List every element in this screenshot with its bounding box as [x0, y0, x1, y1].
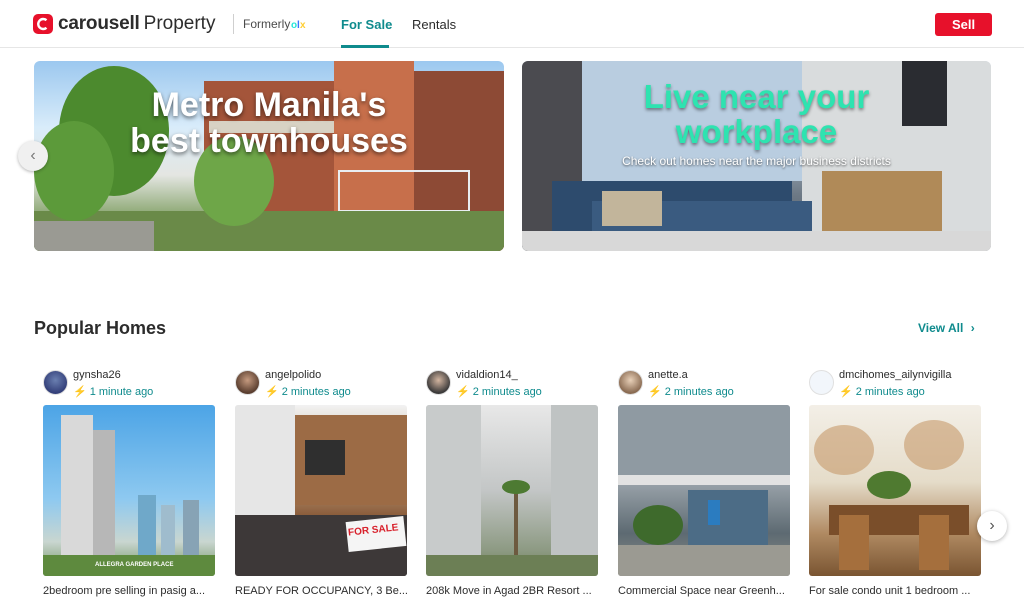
bolt-icon: ⚡ [265, 386, 279, 398]
listing-time: ⚡ 2 minutes ago [839, 385, 925, 398]
avatar[interactable] [235, 370, 260, 395]
bolt-icon: ⚡ [73, 386, 87, 398]
avatar[interactable] [809, 370, 834, 395]
carousell-logo-icon [33, 14, 53, 34]
carousel-prev-button[interactable]: ‹ [18, 141, 48, 171]
banner-workplace[interactable]: Live near your workplace Check out homes… [522, 61, 991, 251]
bolt-icon: ⚡ [456, 386, 470, 398]
banner-workplace-title: Live near your workplace [522, 78, 991, 150]
listing-card[interactable]: gynsha26 ⚡ 1 minute ago ALLEGRA GARDEN PL… [43, 369, 215, 597]
listing-card[interactable]: vidaldion14_ ⚡ 2 minutes ago 208k Move in… [426, 369, 598, 597]
listing-card[interactable]: angelpolido ⚡ 2 minutes ago FOR SALE READ… [235, 369, 407, 597]
tab-for-sale[interactable]: For Sale [341, 17, 392, 32]
chevron-left-icon: ‹ [30, 147, 36, 164]
listing-time: ⚡ 2 minutes ago [456, 385, 542, 398]
listing-time-text: 2 minutes ago [472, 386, 542, 398]
listing-time: ⚡ 2 minutes ago [648, 385, 734, 398]
banner-townhouses[interactable]: Metro Manila's best townhouses [34, 61, 504, 251]
banner-title-line: Metro Manila's [151, 86, 387, 124]
dining-room-illustration [814, 420, 969, 570]
listing-title[interactable]: READY FOR OCCUPANCY, 3 Be... [235, 585, 407, 597]
listing-title[interactable]: For sale condo unit 1 bedroom ... [809, 585, 981, 597]
listing-title[interactable]: 2bedroom pre selling in pasig a... [43, 585, 215, 597]
top-nav-bar: carousell Property Formerly o l x For Sa… [0, 0, 1024, 48]
banner-title-line: best townhouses [130, 121, 408, 160]
logo-text: carousell [58, 13, 140, 34]
tower-illustration [43, 415, 215, 576]
listing-time-text: 2 minutes ago [855, 386, 925, 398]
banner-title-line: Live near your [643, 78, 870, 115]
listing-card[interactable]: anette.a ⚡ 2 minutes ago Commercial Space… [618, 369, 790, 597]
condo-towers-illustration [426, 405, 598, 576]
listing-photo[interactable] [426, 405, 598, 576]
listing-time-text: 1 minute ago [89, 386, 154, 398]
chevron-right-icon: › [970, 321, 975, 335]
avatar[interactable] [426, 370, 451, 395]
listing-photo[interactable]: FOR SALE [235, 405, 407, 576]
listing-time-text: 2 minutes ago [664, 386, 734, 398]
avatar[interactable] [618, 370, 643, 395]
formerly-label: Formerly [243, 17, 291, 31]
svg-text:x: x [300, 20, 306, 31]
view-all-label: View All [918, 321, 964, 335]
avatar[interactable] [43, 370, 68, 395]
townhouse-illustration [235, 405, 407, 576]
logo-subtext: Property [143, 13, 216, 34]
listing-time-text: 2 minutes ago [281, 386, 351, 398]
banner-workplace-subtitle: Check out homes near the major business … [622, 154, 891, 168]
listing-title[interactable]: Commercial Space near Greenh... [618, 585, 790, 597]
sell-button[interactable]: Sell [935, 13, 992, 36]
photo-watermark: ALLEGRA GARDEN PLACE [95, 562, 174, 568]
listing-photo[interactable] [809, 405, 981, 576]
banner-townhouses-title: Metro Manila's best townhouses [34, 86, 504, 160]
listing-photo[interactable]: ALLEGRA GARDEN PLACE [43, 405, 215, 576]
active-tab-indicator [341, 45, 389, 48]
carousell-property-logo[interactable]: carousell Property [33, 13, 215, 35]
listing-title[interactable]: 208k Move in Agad 2BR Resort ... [426, 585, 598, 597]
olx-logo-icon: o l x [291, 15, 313, 33]
chevron-right-icon: › [989, 517, 995, 534]
carousel-next-button[interactable]: › [977, 511, 1007, 541]
banner-title-line: workplace [675, 112, 838, 150]
seller-username[interactable]: angelpolido [265, 369, 321, 381]
view-all-link[interactable]: View All › [918, 321, 975, 335]
bolt-icon: ⚡ [648, 386, 662, 398]
seller-username[interactable]: vidaldion14_ [456, 369, 518, 381]
tab-rentals[interactable]: Rentals [412, 17, 456, 32]
listing-time: ⚡ 2 minutes ago [265, 385, 351, 398]
seller-username[interactable]: anette.a [648, 369, 688, 381]
logo-divider [233, 14, 234, 34]
listing-time: ⚡ 1 minute ago [73, 385, 153, 398]
section-title: Popular Homes [34, 318, 167, 338]
bolt-icon: ⚡ [839, 386, 853, 398]
listing-photo[interactable] [618, 405, 790, 576]
listing-card[interactable]: dmcihomes_ailynvigilla ⚡ 2 minutes ago Fo… [809, 369, 981, 597]
seller-username[interactable]: gynsha26 [73, 369, 121, 381]
seller-username[interactable]: dmcihomes_ailynvigilla [839, 369, 952, 381]
commercial-building-illustration [618, 405, 790, 576]
